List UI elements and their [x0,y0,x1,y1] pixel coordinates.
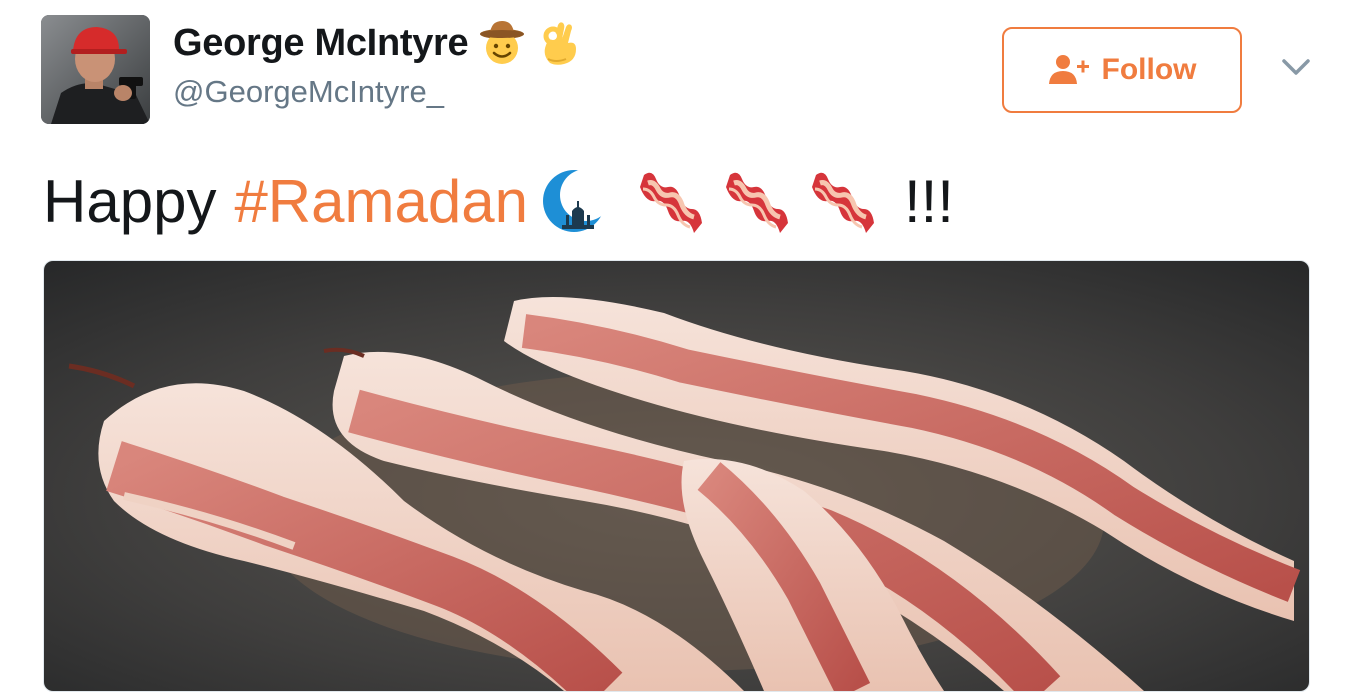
tweet-card: George McIntyre @GeorgeMcIntyre_ Follow … [0,0,1368,692]
follow-button-label: Follow [1101,53,1197,86]
crescent-moon-mosque-icon [540,165,612,237]
user-handle[interactable]: @GeorgeMcIntyre_ [173,74,444,110]
avatar[interactable] [41,15,150,124]
hashtag-link[interactable]: #Ramadan [234,167,528,236]
ok-hand-icon [536,19,584,67]
bacon-icon [724,165,792,237]
add-person-icon [1048,53,1090,87]
display-name[interactable]: George McIntyre [173,22,469,65]
bacon-icon [810,165,878,237]
tweet-text-suffix: !!! [903,167,954,235]
tweet-photo[interactable] [43,260,1310,692]
follow-button[interactable]: Follow [1002,27,1242,113]
display-name-row: George McIntyre [173,18,584,68]
tweet-text: Happy #Ramadan !!! [43,162,954,240]
bacon-icon [638,165,706,237]
tweet-text-prefix: Happy [43,167,217,235]
chevron-down-icon[interactable] [1280,54,1312,80]
cowboy-face-icon [478,19,526,67]
